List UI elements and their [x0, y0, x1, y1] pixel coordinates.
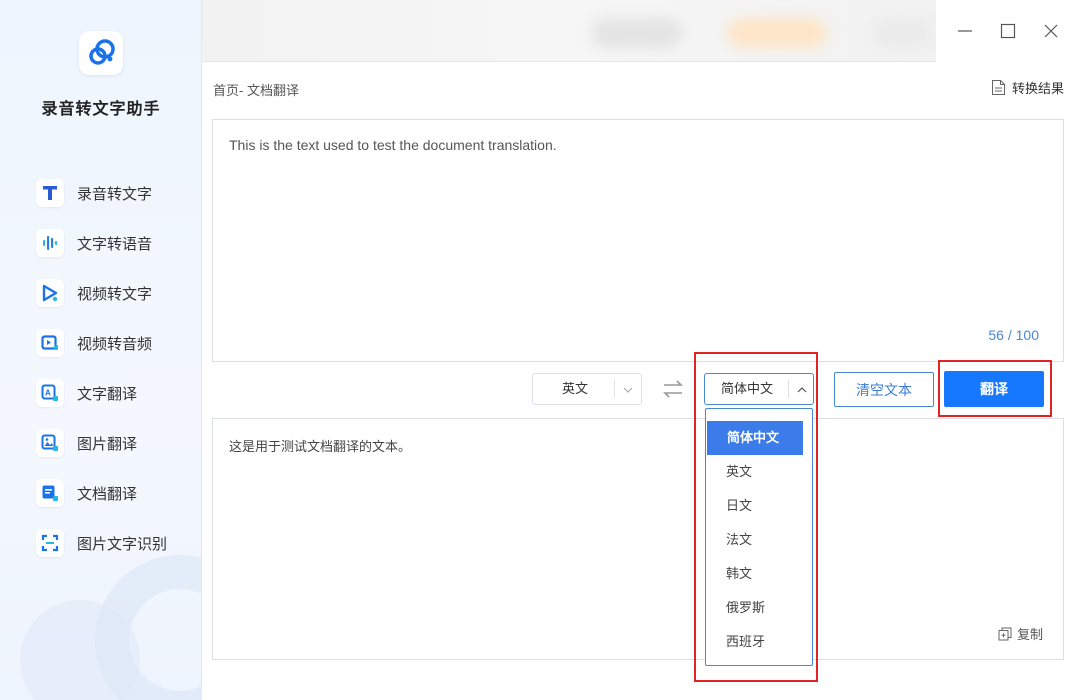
sidebar-item-label: 文字翻译	[77, 385, 138, 403]
scan-ocr-icon	[36, 529, 64, 557]
sidebar-item-text-translate[interactable]: A 文字翻译	[36, 378, 196, 408]
conversion-result-link[interactable]: 转换结果	[991, 78, 1064, 97]
sidebar-item-label: 文字转语音	[77, 235, 153, 253]
sidebar-item-label: 图片文字识别	[77, 535, 168, 553]
document-icon	[991, 80, 1005, 95]
sidebar-item-label: 视频转文字	[77, 285, 153, 303]
source-language-value: 英文	[561, 381, 588, 396]
sidebar: 录音转文字助手 录音转文字 文字转语音 视频转文字 视频转音频 A 文字翻译 图…	[0, 0, 202, 700]
sidebar-item-label: 录音转文字	[77, 185, 153, 203]
document-translate-icon	[36, 479, 64, 507]
sidebar-item-image-ocr[interactable]: 图片文字识别	[36, 528, 196, 558]
source-language-select[interactable]: 英文	[532, 373, 642, 405]
blurred-region	[872, 18, 932, 48]
select-divider	[614, 380, 615, 398]
conversion-result-label: 转换结果	[1011, 81, 1064, 96]
swap-icon	[663, 380, 683, 398]
sidebar-item-label: 图片翻译	[77, 435, 138, 453]
swap-languages-button[interactable]	[660, 377, 686, 401]
sidebar-item-text-to-speech[interactable]: 文字转语音	[36, 228, 196, 258]
close-icon	[1044, 24, 1058, 38]
maximize-icon	[1000, 23, 1016, 39]
sidebar-item-video-to-audio[interactable]: 视频转音频	[36, 328, 196, 358]
translated-text: 这是用于测试文档翻译的文本。	[229, 439, 412, 454]
sidebar-item-audio-to-text[interactable]: 录音转文字	[36, 178, 196, 208]
close-button[interactable]	[1036, 16, 1066, 46]
blurred-region	[592, 18, 682, 48]
text-t-icon	[36, 179, 64, 207]
sidebar-item-image-translate[interactable]: 图片翻译	[36, 428, 196, 458]
blurred-region	[727, 18, 827, 48]
copy-label: 复制	[1016, 627, 1043, 642]
minimize-icon	[958, 30, 973, 32]
translated-text-area[interactable]: 这是用于测试文档翻译的文本。 复制	[212, 418, 1064, 660]
sidebar-item-label: 视频转音频	[77, 335, 153, 353]
breadcrumb: 首页- 文档翻译	[213, 83, 299, 98]
maximize-button[interactable]	[993, 16, 1023, 46]
copy-button[interactable]: 复制	[998, 624, 1043, 643]
annotation-highlight	[938, 360, 1052, 417]
text-translate-icon: A	[36, 379, 64, 407]
source-text: This is the text used to test the docume…	[229, 137, 557, 153]
app-logo-icon	[79, 31, 123, 75]
copy-icon	[998, 627, 1012, 640]
title-bar	[202, 0, 1080, 62]
clear-text-button[interactable]: 清空文本	[834, 372, 934, 407]
minimize-button[interactable]	[950, 16, 980, 46]
sidebar-item-label: 文档翻译	[77, 485, 138, 503]
sidebar-item-video-to-text[interactable]: 视频转文字	[36, 278, 196, 308]
svg-text:A: A	[45, 389, 51, 398]
app-title: 录音转文字助手	[41, 101, 161, 118]
image-translate-icon	[36, 429, 64, 457]
sidebar-item-document-translate[interactable]: 文档翻译	[36, 478, 196, 508]
source-text-area[interactable]: This is the text used to test the docume…	[212, 119, 1064, 362]
character-counter: 56 / 100	[988, 327, 1039, 343]
soundwave-icon	[36, 229, 64, 257]
video-audio-icon	[36, 329, 64, 357]
chevron-down-icon	[623, 387, 633, 393]
window-controls	[936, 0, 1080, 62]
annotation-highlight	[694, 352, 818, 682]
video-play-icon	[36, 279, 64, 307]
